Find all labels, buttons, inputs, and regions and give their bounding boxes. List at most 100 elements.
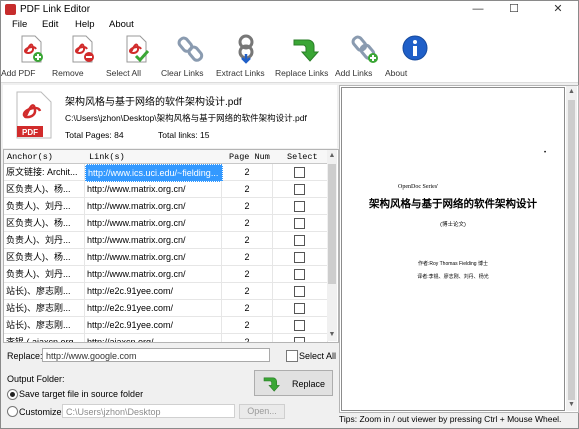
select-cell bbox=[273, 317, 328, 333]
replace-url-input[interactable]: http://www.google.com bbox=[42, 348, 270, 362]
extract-links-button[interactable]: Extract Links bbox=[216, 34, 276, 80]
table-row[interactable]: 站长)、廖志刚... http://e2c.91yee.com/ 2 bbox=[4, 283, 328, 300]
anchor-cell: 站长)、廖志刚... bbox=[4, 283, 85, 299]
table-row[interactable]: 区负责人)、杨... http://www.matrix.org.cn/ 2 bbox=[4, 249, 328, 266]
table-row[interactable]: 负责人)、刘丹... http://www.matrix.org.cn/ 2 bbox=[4, 232, 328, 249]
link-cell[interactable]: http://ajaxcn.org/ bbox=[85, 334, 222, 342]
row-select-checkbox[interactable] bbox=[294, 303, 305, 314]
row-select-checkbox[interactable] bbox=[294, 252, 305, 263]
table-row[interactable]: 负责人)、刘丹... http://www.matrix.org.cn/ 2 bbox=[4, 266, 328, 283]
select-cell bbox=[273, 232, 328, 248]
clear-links-button[interactable]: Clear Links bbox=[161, 34, 221, 80]
select-cell bbox=[273, 249, 328, 265]
header-page[interactable]: Page Num bbox=[229, 152, 270, 162]
row-select-checkbox[interactable] bbox=[294, 201, 305, 212]
link-cell[interactable]: http://www.ics.uci.edu/~fielding... bbox=[85, 164, 223, 182]
minimize-button[interactable]: — bbox=[464, 2, 492, 16]
close-button[interactable]: ✕ bbox=[544, 2, 572, 16]
menu-file[interactable]: File bbox=[12, 19, 27, 30]
row-select-checkbox[interactable] bbox=[294, 337, 305, 342]
table-row[interactable]: 李锟 ( ajaxcn.org... http://ajaxcn.org/ 2 bbox=[4, 334, 328, 342]
scroll-down-arrow-icon[interactable]: ▼ bbox=[327, 329, 337, 341]
page-cell: 2 bbox=[222, 317, 273, 333]
open-folder-button[interactable]: Open... bbox=[239, 404, 285, 419]
anchor-cell: 区负责人)、杨... bbox=[4, 249, 85, 265]
custom-path-input[interactable]: C:\Users\jzhon\Desktop bbox=[62, 404, 235, 418]
save-in-source-radio[interactable] bbox=[7, 389, 18, 400]
table-row[interactable]: 原文链接: Archit... http://www.ics.uci.edu/~… bbox=[4, 164, 328, 182]
preview-subtitle: (博士论文) bbox=[440, 222, 466, 228]
table-row[interactable]: 负责人)、刘丹... http://www.matrix.org.cn/ 2 bbox=[4, 198, 328, 215]
page-cell: 2 bbox=[222, 198, 273, 214]
select-cell bbox=[273, 334, 328, 342]
scroll-up-arrow-icon[interactable]: ▲ bbox=[327, 150, 337, 162]
link-cell[interactable]: http://e2c.91yee.com/ bbox=[85, 317, 222, 333]
link-cell[interactable]: http://www.matrix.org.cn/ bbox=[85, 249, 222, 265]
pdf-file-name: 架构风格与基于网络的软件架构设计.pdf bbox=[65, 97, 242, 108]
table-scroll-thumb[interactable] bbox=[328, 164, 336, 284]
viewer-scrollbar[interactable]: ▲ ▼ bbox=[566, 86, 577, 411]
svg-text:PDF: PDF bbox=[22, 128, 38, 137]
maximize-button[interactable]: ☐ bbox=[500, 2, 528, 16]
anchor-cell: 负责人)、刘丹... bbox=[4, 232, 85, 248]
table-row[interactable]: 区负责人)、杨... http://www.matrix.org.cn/ 2 bbox=[4, 181, 328, 198]
row-select-checkbox[interactable] bbox=[294, 320, 305, 331]
viewer-scroll-up-icon[interactable]: ▲ bbox=[566, 86, 577, 98]
select-cell bbox=[273, 300, 328, 316]
pdf-page: • OpenDoc Series' 架构风格与基于网络的软件架构设计 (博士论文… bbox=[342, 88, 564, 410]
link-cell[interactable]: http://e2c.91yee.com/ bbox=[85, 300, 222, 316]
link-cell[interactable]: http://www.matrix.org.cn/ bbox=[85, 215, 222, 231]
row-select-checkbox[interactable] bbox=[294, 286, 305, 297]
app-logo-icon bbox=[5, 4, 16, 15]
about-button[interactable]: About bbox=[385, 34, 445, 80]
page-cell: 2 bbox=[222, 249, 273, 265]
remove-label: Remove bbox=[52, 68, 84, 78]
anchor-cell: 原文链接: Archit... bbox=[4, 164, 85, 180]
output-folder-label: Output Folder: bbox=[7, 374, 65, 384]
row-select-checkbox[interactable] bbox=[294, 218, 305, 229]
table-row[interactable]: 区负责人)、杨... http://www.matrix.org.cn/ 2 bbox=[4, 215, 328, 232]
links-table: Anchor(s) Link(s) Page Num Select 原文链接: … bbox=[3, 149, 339, 343]
select-all-icon bbox=[126, 35, 150, 63]
row-select-checkbox[interactable] bbox=[294, 235, 305, 246]
preview-series: OpenDoc Series' bbox=[398, 184, 439, 190]
header-select[interactable]: Select bbox=[287, 152, 318, 162]
replace-label: Replace: bbox=[7, 351, 43, 361]
link-cell[interactable]: http://www.matrix.org.cn/ bbox=[85, 181, 222, 197]
table-row[interactable]: 站长)、廖志刚... http://e2c.91yee.com/ 2 bbox=[4, 317, 328, 334]
menu-about[interactable]: About bbox=[109, 19, 134, 30]
table-body: 原文链接: Archit... http://www.ics.uci.edu/~… bbox=[4, 164, 328, 342]
add-links-icon bbox=[351, 35, 378, 63]
table-row[interactable]: 站长)、廖志刚... http://e2c.91yee.com/ 2 bbox=[4, 300, 328, 317]
select-all-checkbox[interactable] bbox=[286, 350, 298, 362]
select-all-label: Select All bbox=[106, 68, 141, 78]
select-cell bbox=[273, 215, 328, 231]
link-cell[interactable]: http://www.matrix.org.cn/ bbox=[85, 198, 222, 214]
viewer-scroll-thumb[interactable] bbox=[568, 100, 575, 400]
replace-button[interactable]: Replace bbox=[254, 370, 333, 396]
row-select-checkbox[interactable] bbox=[294, 269, 305, 280]
menu-help[interactable]: Help bbox=[75, 19, 95, 30]
page-cell: 2 bbox=[222, 300, 273, 316]
tips-text: Tips: Zoom in / out viewer by pressing C… bbox=[339, 414, 562, 424]
link-cell[interactable]: http://e2c.91yee.com/ bbox=[85, 283, 222, 299]
row-select-checkbox[interactable] bbox=[294, 167, 305, 178]
customize-radio[interactable] bbox=[7, 406, 18, 417]
preview-translators: 译者:李锟、廖志刚、刘丹、杨光 bbox=[417, 274, 489, 280]
row-select-checkbox[interactable] bbox=[294, 184, 305, 195]
menu-edit[interactable]: Edit bbox=[42, 19, 58, 30]
viewer-scroll-down-icon[interactable]: ▼ bbox=[566, 399, 577, 411]
header-anchor[interactable]: Anchor(s) bbox=[7, 152, 53, 162]
clear-links-icon bbox=[177, 36, 204, 62]
link-cell[interactable]: http://www.matrix.org.cn/ bbox=[85, 232, 222, 248]
pdf-preview-viewer[interactable]: • OpenDoc Series' 架构风格与基于网络的软件架构设计 (博士论文… bbox=[339, 85, 579, 413]
about-icon bbox=[402, 35, 428, 61]
remove-button[interactable]: Remove bbox=[52, 34, 112, 80]
link-cell[interactable]: http://www.matrix.org.cn/ bbox=[85, 266, 222, 282]
header-link[interactable]: Link(s) bbox=[89, 152, 125, 162]
table-scrollbar[interactable]: ▲ ▼ bbox=[327, 150, 337, 341]
preview-author: 作者:Roy Thomas Fielding 博士 bbox=[418, 261, 488, 267]
select-cell bbox=[273, 283, 328, 299]
replace-links-button[interactable]: Replace Links bbox=[275, 34, 335, 80]
select-all-button[interactable]: Select All bbox=[106, 34, 166, 80]
